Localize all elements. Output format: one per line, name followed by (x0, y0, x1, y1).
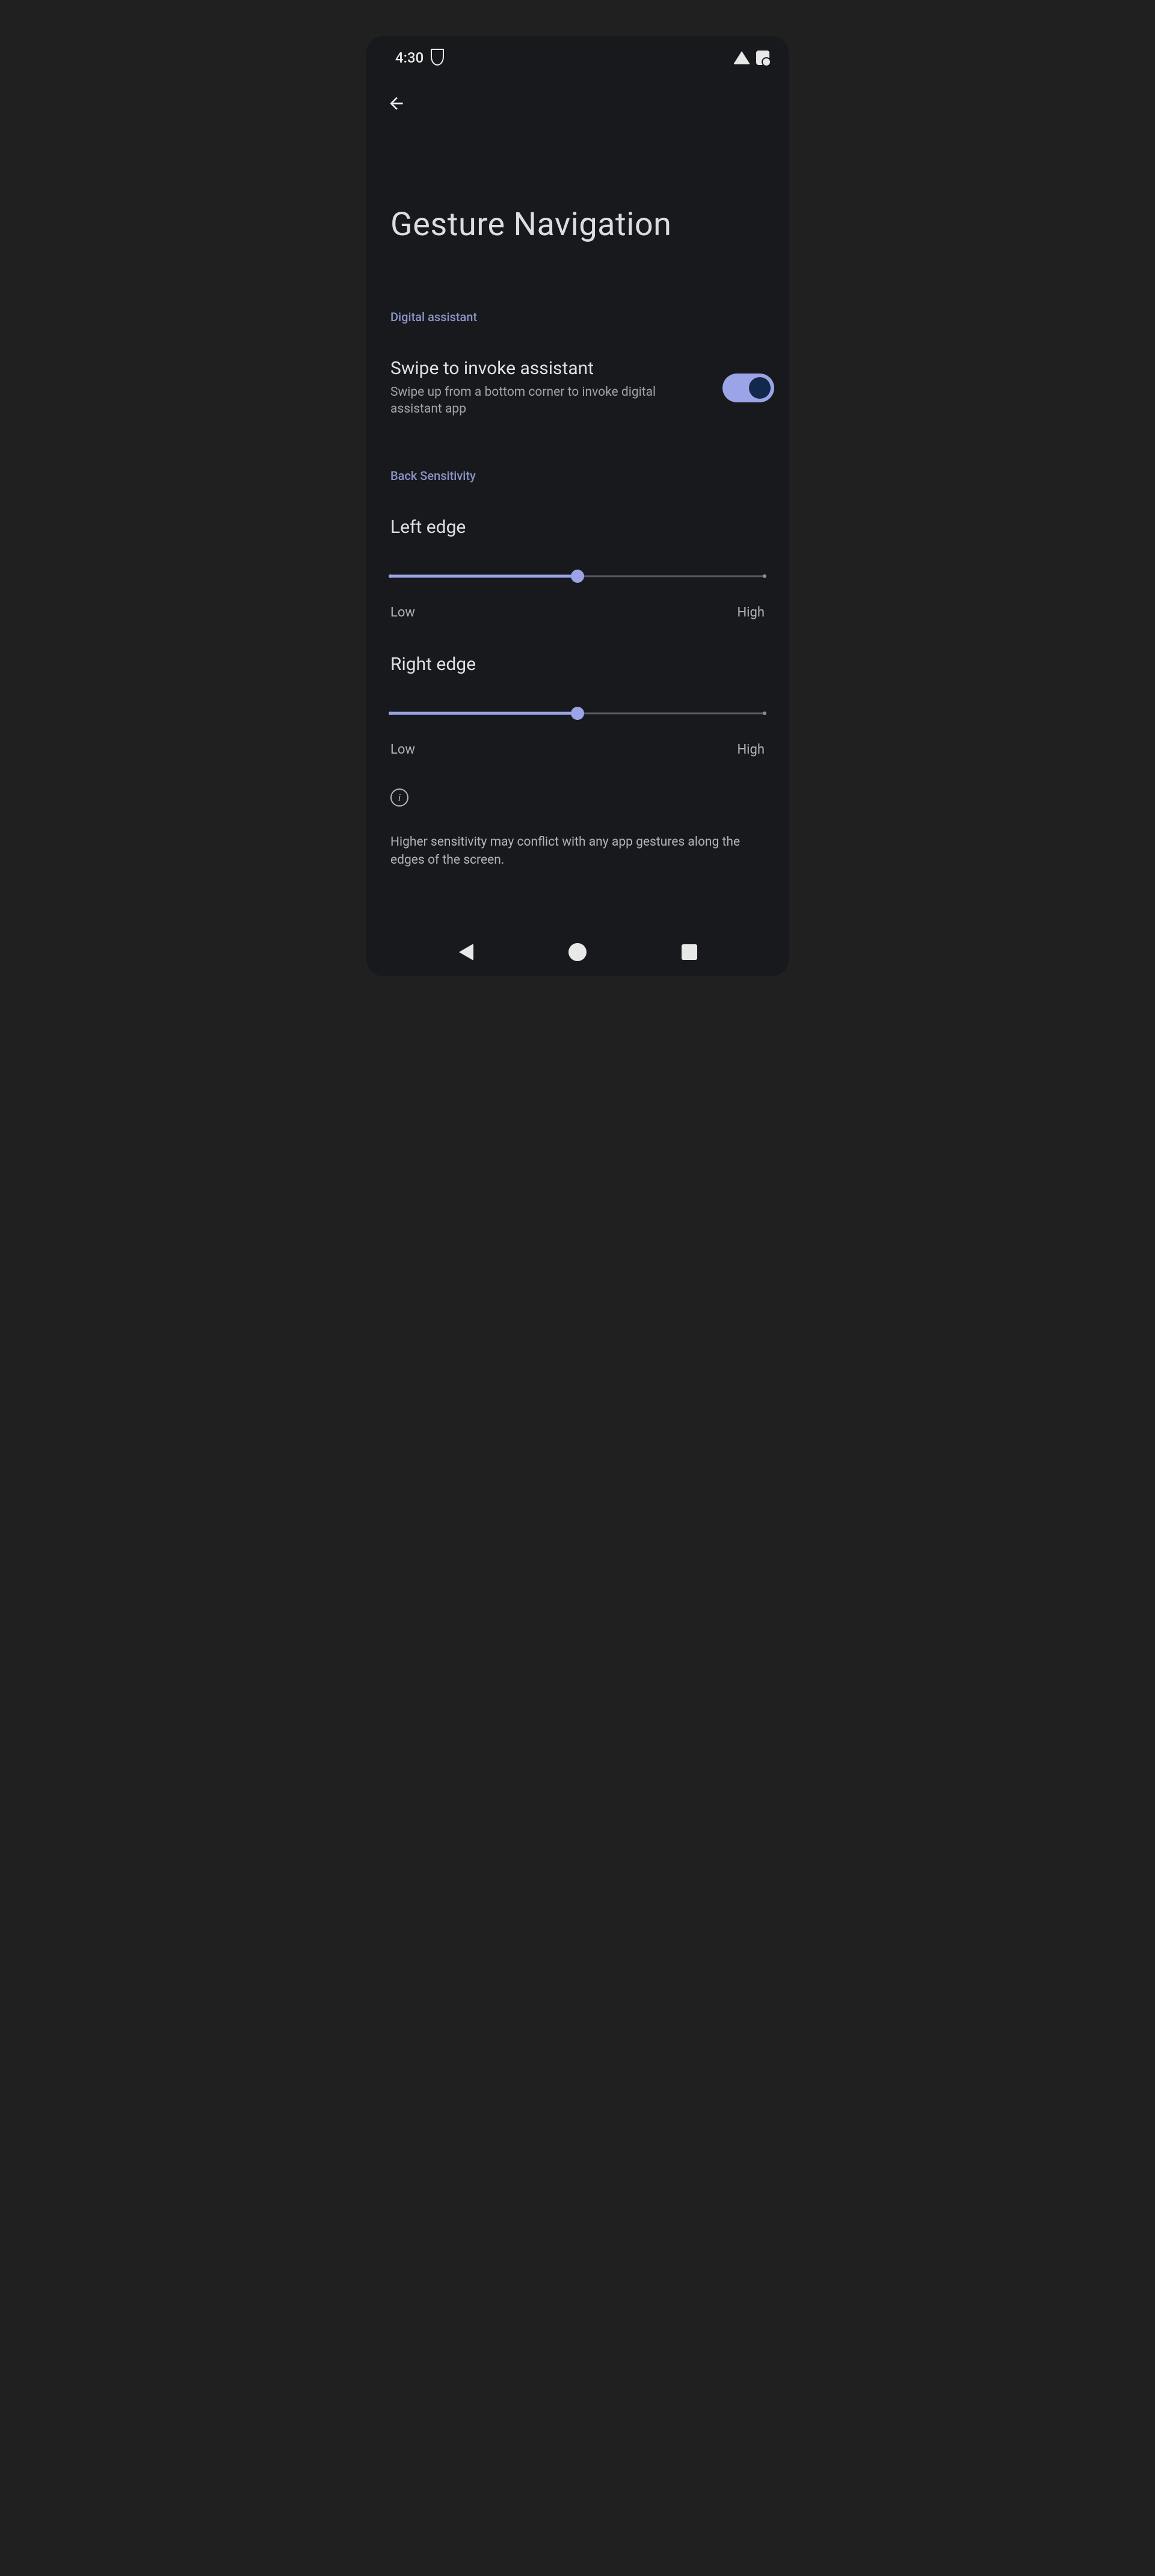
assistant-switch-knob (749, 377, 771, 399)
status-bar-left: 4:30 (395, 49, 444, 66)
right-edge-slider[interactable] (390, 701, 765, 725)
left-edge-low-label: Low (390, 605, 415, 620)
nav-back-button[interactable] (454, 940, 478, 964)
circle-home-icon (568, 943, 587, 961)
assistant-toggle-title: Swipe to invoke assistant (390, 358, 708, 379)
back-button[interactable] (383, 90, 410, 117)
nav-home-button[interactable] (565, 940, 590, 964)
wifi-icon (733, 51, 750, 64)
info-row: i (366, 788, 789, 807)
section-header-assistant: Digital assistant (366, 310, 789, 324)
square-recents-icon (682, 944, 697, 960)
left-edge-label: Left edge (390, 517, 765, 538)
right-edge-range-labels: Low High (390, 742, 765, 757)
status-bar-right (733, 51, 769, 65)
battery-icon (756, 51, 769, 65)
slider-tick-end (763, 574, 766, 578)
assistant-toggle-row[interactable]: Swipe to invoke assistant Swipe up from … (366, 358, 789, 418)
slider-track-fill (390, 574, 578, 577)
nav-recents-button[interactable] (677, 940, 701, 964)
assistant-switch[interactable] (722, 373, 774, 402)
system-nav-bar (366, 928, 789, 976)
slider-thumb[interactable] (571, 707, 584, 720)
right-edge-slider-group: Right edge Low High (366, 654, 789, 757)
triangle-back-icon (459, 944, 473, 961)
left-edge-slider-group: Left edge Low High (366, 517, 789, 620)
slider-tick-end (763, 712, 766, 715)
page-title: Gesture Navigation (366, 117, 789, 244)
assistant-toggle-text: Swipe to invoke assistant Swipe up from … (390, 358, 708, 418)
right-edge-low-label: Low (390, 742, 415, 757)
left-edge-range-labels: Low High (390, 605, 765, 620)
right-edge-high-label: High (737, 742, 765, 757)
phone-frame: 4:30 Gesture Navigation Digital assistan… (366, 36, 789, 976)
arrow-left-icon (387, 94, 406, 113)
shield-icon (431, 50, 444, 66)
status-time: 4:30 (395, 49, 424, 66)
left-edge-high-label: High (737, 605, 765, 620)
slider-thumb[interactable] (571, 570, 584, 583)
info-text: Higher sensitivity may conflict with any… (366, 833, 789, 870)
right-edge-label: Right edge (390, 654, 765, 675)
assistant-toggle-description: Swipe up from a bottom corner to invoke … (390, 384, 708, 418)
toolbar (366, 66, 789, 117)
left-edge-slider[interactable] (390, 564, 765, 588)
info-icon: i (390, 788, 408, 807)
status-bar: 4:30 (366, 36, 789, 66)
slider-track-fill (390, 712, 578, 715)
section-header-back-sensitivity: Back Sensitivity (366, 469, 789, 483)
